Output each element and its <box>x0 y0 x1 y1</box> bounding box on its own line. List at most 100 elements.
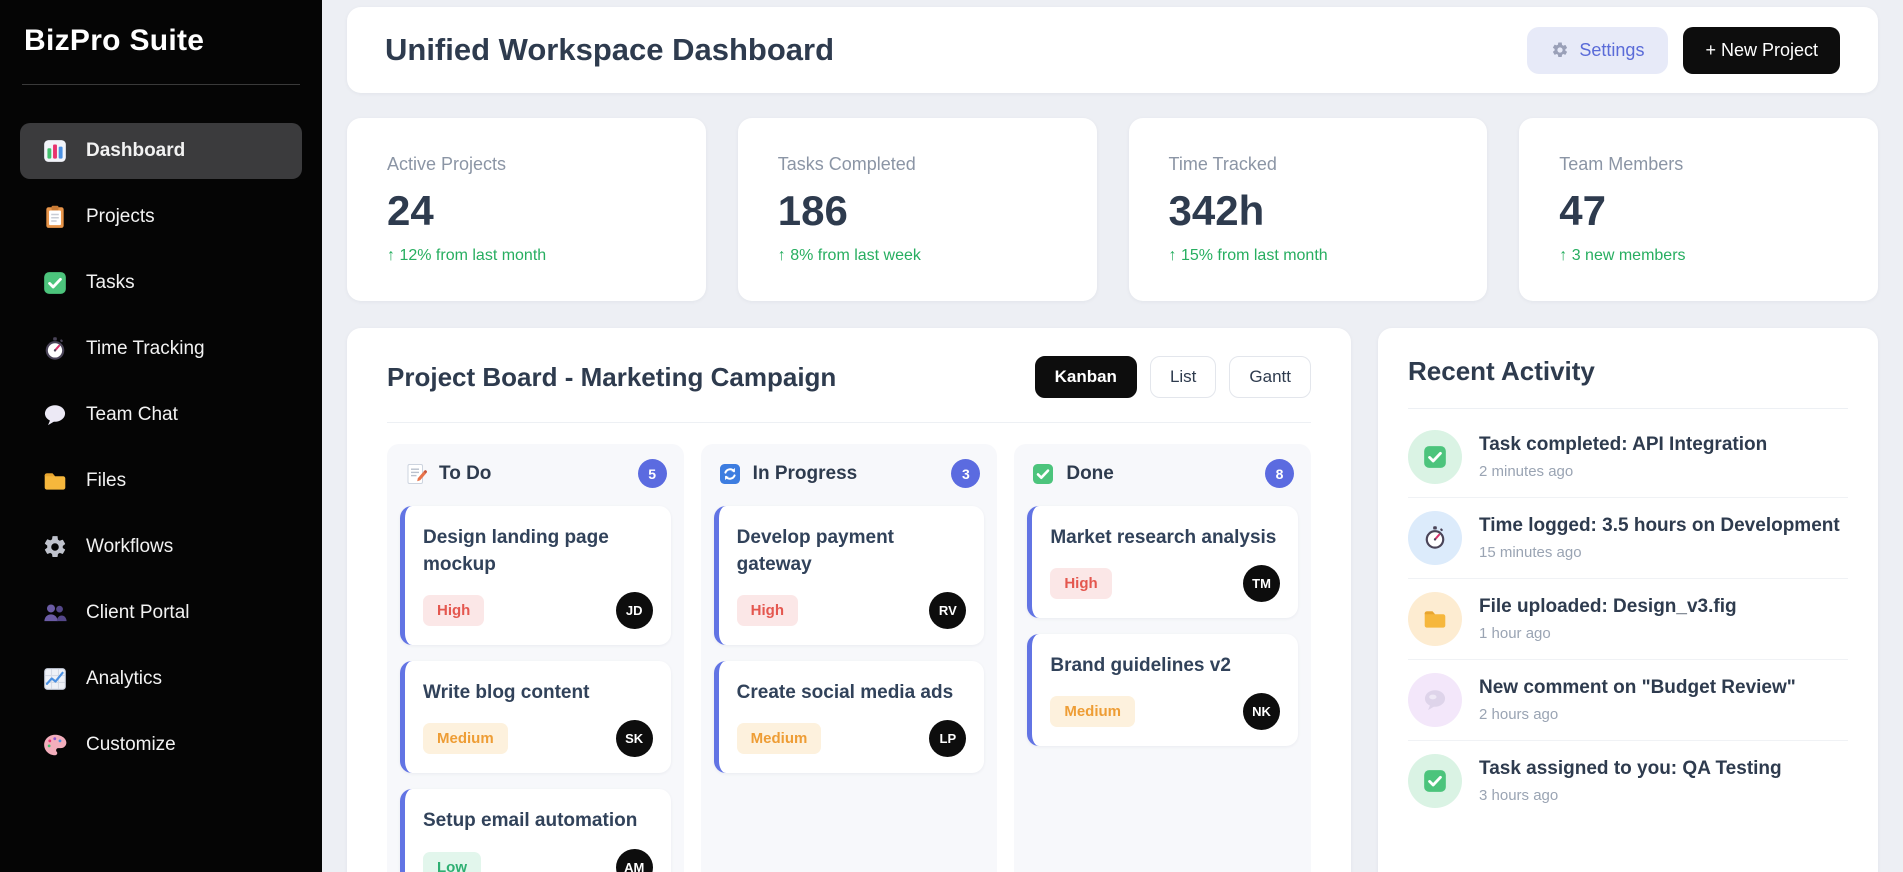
view-switcher: Kanban List Gantt <box>1034 356 1311 398</box>
page-title: Unified Workspace Dashboard <box>385 32 835 67</box>
activity-text: Task assigned to you: QA Testing <box>1479 758 1782 779</box>
project-board: Project Board - Marketing Campaign Kanba… <box>347 328 1351 872</box>
activity-item[interactable]: File uploaded: Design_v3.fig 1 hour ago <box>1408 579 1848 660</box>
task-footer: Medium SK <box>423 720 653 758</box>
activity-time: 15 minutes ago <box>1479 544 1582 561</box>
stat-value: 47 <box>1559 187 1606 234</box>
board-divider <box>387 422 1311 423</box>
stat-value: 342h <box>1168 187 1265 234</box>
task-title: Design landing page mockup <box>423 527 609 576</box>
sidebar-item-dashboard[interactable]: Dashboard <box>20 123 302 179</box>
activity-title: Recent Activity <box>1408 356 1595 386</box>
task-title: Develop payment gateway <box>736 527 894 576</box>
view-button-gantt[interactable]: Gantt <box>1229 356 1311 398</box>
task-title: Create social media ads <box>736 682 954 704</box>
header-actions: Settings + New Project <box>1527 26 1840 74</box>
speech-bubble-icon <box>42 402 68 428</box>
sidebar-item-tasks[interactable]: Tasks <box>20 255 302 311</box>
task-title: Write blog content <box>423 682 590 704</box>
sidebar-item-label: Time Tracking <box>86 338 205 359</box>
priority-badge: Medium <box>736 723 822 755</box>
avatar: NK <box>1243 693 1281 731</box>
task-card[interactable]: Write blog content Medium SK <box>400 661 671 774</box>
sidebar-item-files[interactable]: Files <box>20 453 302 509</box>
task-card[interactable]: Design landing page mockup High JD <box>400 506 671 646</box>
activity-text: Time logged: 3.5 hours on Development <box>1479 515 1840 536</box>
board-header: Project Board - Marketing Campaign Kanba… <box>387 356 1311 398</box>
priority-badge: High <box>1050 568 1112 600</box>
bar-chart-icon <box>42 138 68 164</box>
column-header: Done 8 <box>1027 459 1298 488</box>
board-title: Project Board - Marketing Campaign <box>387 361 837 392</box>
avatar: TM <box>1243 565 1281 603</box>
gear-icon <box>42 534 68 560</box>
sidebar-item-label: Files <box>86 470 127 491</box>
clipboard-icon <box>42 204 68 230</box>
activity-time: 3 hours ago <box>1479 787 1559 804</box>
activity-body: File uploaded: Design_v3.fig 1 hour ago <box>1479 596 1737 642</box>
task-title: Brand guidelines v2 <box>1050 655 1231 677</box>
settings-button[interactable]: Settings <box>1527 26 1669 74</box>
avatar: SK <box>615 720 653 758</box>
task-footer: High TM <box>1050 565 1281 603</box>
sidebar-item-client-portal[interactable]: Client Portal <box>20 585 302 641</box>
activity-text: Task completed: API Integration <box>1479 434 1768 455</box>
app-brand: BizPro Suite <box>24 24 205 57</box>
sidebar-item-label: Dashboard <box>86 140 186 161</box>
task-card[interactable]: Brand guidelines v2 Medium NK <box>1027 634 1299 747</box>
activity-item[interactable]: Time logged: 3.5 hours on Development 15… <box>1408 498 1848 579</box>
priority-badge: High <box>736 595 798 627</box>
sidebar-item-projects[interactable]: Projects <box>20 189 302 245</box>
task-card[interactable]: Setup email automation Low AM <box>400 789 671 872</box>
task-title: Setup email automation <box>423 810 638 832</box>
activity-body: New comment on "Budget Review" 2 hours a… <box>1479 677 1796 723</box>
priority-badge: High <box>423 595 485 627</box>
priority-badge: Medium <box>423 723 508 755</box>
activity-time: 1 hour ago <box>1479 625 1551 642</box>
stat-delta: ↑ 3 new members <box>1559 247 1686 264</box>
sync-icon <box>718 462 742 486</box>
sidebar-item-label: Customize <box>86 734 176 755</box>
new-project-button[interactable]: + New Project <box>1683 26 1840 74</box>
sidebar-item-label: Analytics <box>86 668 163 689</box>
body-row: Project Board - Marketing Campaign Kanba… <box>347 328 1878 872</box>
avatar: LP <box>929 720 967 758</box>
activity-time: 2 hours ago <box>1479 706 1559 723</box>
activity-item[interactable]: Task assigned to you: QA Testing 3 hours… <box>1408 741 1848 821</box>
stat-value: 186 <box>777 187 848 234</box>
column-header: To Do 5 <box>400 459 671 488</box>
stat-label: Team Members <box>1559 154 1684 174</box>
page-header: Unified Workspace Dashboard Settings + N… <box>347 7 1878 93</box>
avatar: JD <box>615 592 653 630</box>
column-name: In Progress <box>752 462 858 484</box>
sidebar-item-team-chat[interactable]: Team Chat <box>20 387 302 443</box>
sidebar-item-label: Workflows <box>86 536 174 557</box>
sidebar-item-workflows[interactable]: Workflows <box>20 519 302 575</box>
stats-row: Active Projects 24 ↑ 12% from last month… <box>347 118 1878 301</box>
task-footer: High RV <box>736 592 967 630</box>
stat-value: 24 <box>387 187 434 234</box>
stat-delta: ↑ 15% from last month <box>1168 247 1328 264</box>
activity-item[interactable]: Task completed: API Integration 2 minute… <box>1408 417 1848 498</box>
task-card[interactable]: Create social media ads Medium LP <box>713 661 985 774</box>
column-name: To Do <box>439 462 492 484</box>
task-card[interactable]: Market research analysis High TM <box>1027 506 1299 619</box>
activity-item[interactable]: New comment on "Budget Review" 2 hours a… <box>1408 660 1848 741</box>
stopwatch-icon <box>1408 511 1462 565</box>
sidebar-item-analytics[interactable]: Analytics <box>20 651 302 707</box>
priority-badge: Low <box>423 851 481 872</box>
sidebar-item-customize[interactable]: Customize <box>20 717 302 773</box>
task-card[interactable]: Develop payment gateway High RV <box>713 506 985 646</box>
view-button-list[interactable]: List <box>1149 356 1217 398</box>
speech-bubble-icon <box>1408 673 1462 727</box>
gear-icon <box>1551 41 1569 59</box>
activity-divider <box>1408 408 1848 409</box>
priority-badge: Medium <box>1050 696 1136 728</box>
column-name: Done <box>1066 462 1114 484</box>
view-button-kanban[interactable]: Kanban <box>1034 356 1137 398</box>
sidebar-item-time-tracking[interactable]: Time Tracking <box>20 321 302 377</box>
stat-label: Tasks Completed <box>777 154 916 174</box>
activity-body: Time logged: 3.5 hours on Development 15… <box>1479 515 1840 561</box>
stat-label: Time Tracked <box>1168 154 1277 174</box>
folder-icon <box>42 468 68 494</box>
